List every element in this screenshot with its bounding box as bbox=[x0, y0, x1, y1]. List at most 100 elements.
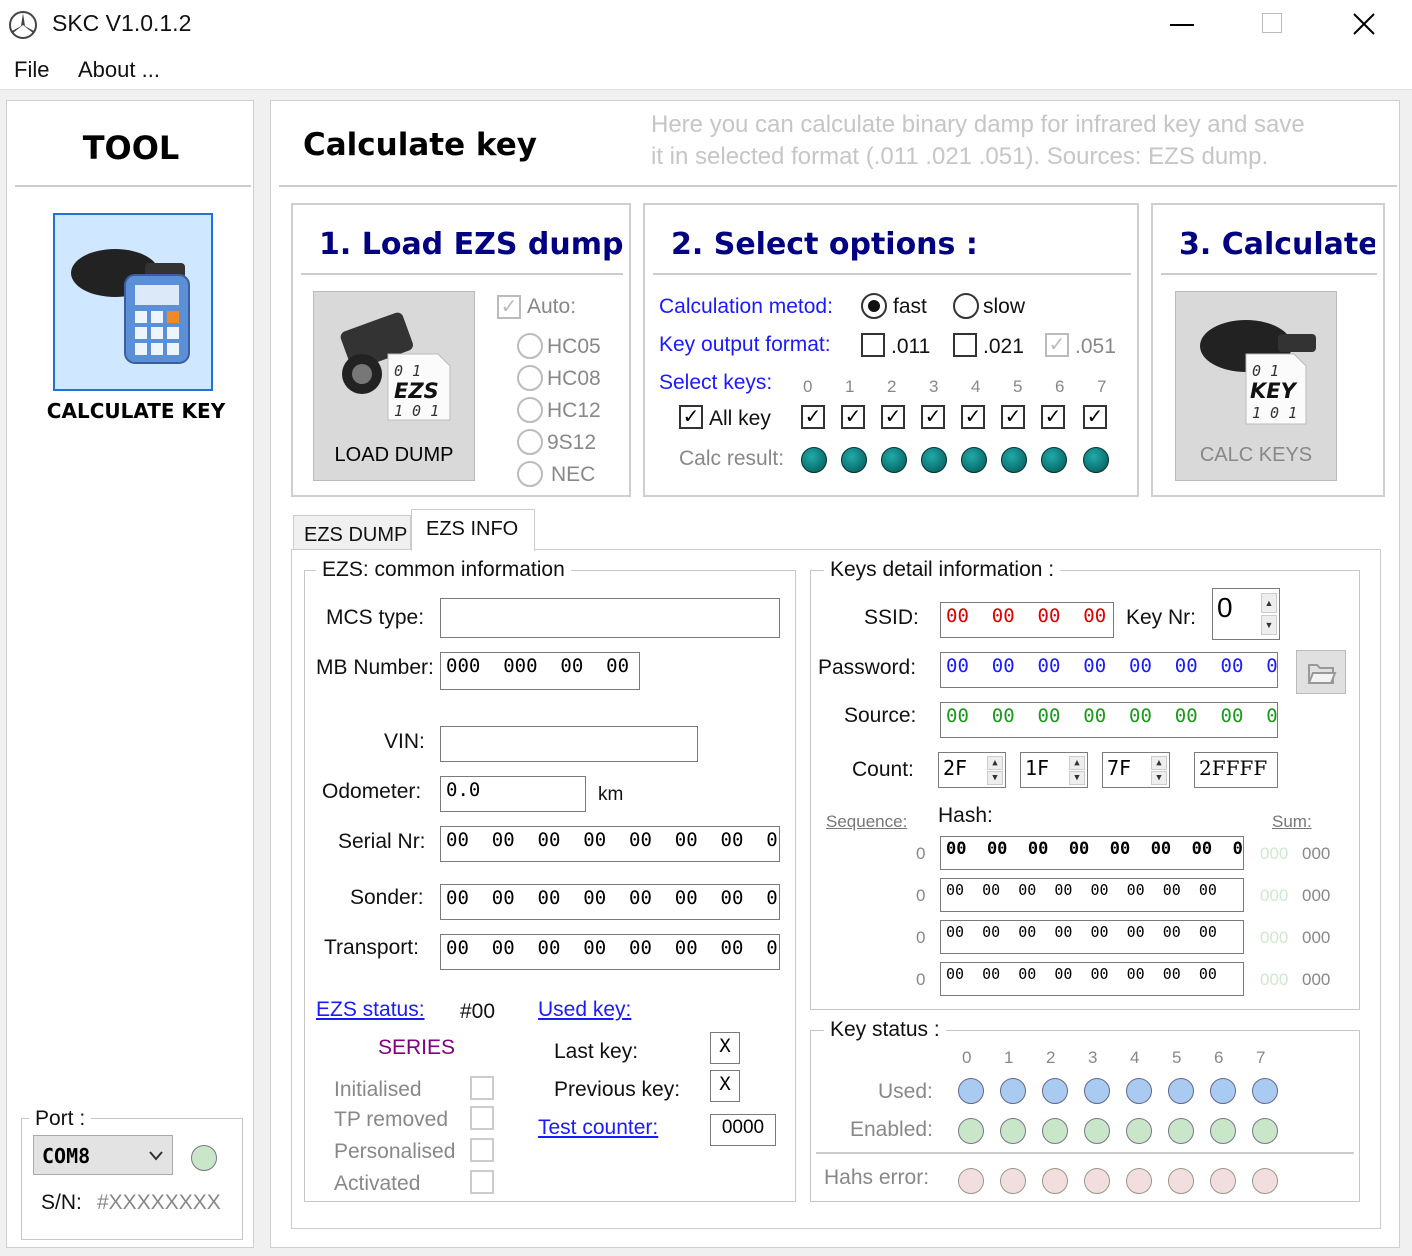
count-0-spinner[interactable]: 2F ▲ ▼ bbox=[938, 752, 1006, 788]
load-dump-button[interactable]: 0 1 EZS 1 0 1 LOAD DUMP bbox=[313, 291, 475, 481]
tab-ezs-info[interactable]: EZS INFO bbox=[411, 509, 535, 551]
enabled-led-6 bbox=[1210, 1118, 1236, 1144]
spin-down-icon[interactable]: ▼ bbox=[1151, 771, 1167, 785]
key-0-checkbox[interactable]: ✓ bbox=[801, 405, 825, 429]
status-num-4: 4 bbox=[1130, 1048, 1140, 1067]
spin-up-icon[interactable]: ▲ bbox=[1261, 593, 1277, 613]
fast-label: fast bbox=[893, 295, 927, 318]
menu-about[interactable]: About ... bbox=[78, 57, 160, 83]
mb-number-input[interactable]: 000 000 00 00 bbox=[440, 652, 640, 690]
icon-text-top: 0 1 bbox=[1252, 362, 1279, 380]
slow-radio[interactable] bbox=[953, 293, 979, 319]
spin-down-icon[interactable]: ▼ bbox=[987, 771, 1003, 785]
flag-activated-checkbox[interactable] bbox=[470, 1170, 494, 1194]
calculate-key-tool-button[interactable] bbox=[53, 213, 213, 391]
ezs-status-link[interactable]: EZS status: bbox=[316, 998, 425, 1022]
serial-nr-label: Serial Nr: bbox=[338, 830, 426, 853]
menu-file[interactable]: File bbox=[14, 57, 49, 83]
hash-row-3[interactable]: 00 00 00 00 00 00 00 00 bbox=[940, 962, 1244, 996]
calc-keys-button[interactable]: 0 1 KEY 1 0 1 CALC KEYS bbox=[1175, 291, 1337, 481]
hc08-label: HC08 bbox=[547, 367, 601, 390]
flag-tp-removed-checkbox[interactable] bbox=[470, 1106, 494, 1130]
spin-up-icon[interactable]: ▲ bbox=[987, 756, 1003, 770]
sum2-2: 000 bbox=[1302, 928, 1331, 947]
source-input[interactable]: 00 00 00 00 00 00 00 00 bbox=[940, 702, 1278, 738]
hc08-radio[interactable] bbox=[517, 365, 543, 391]
format-011-checkbox[interactable] bbox=[861, 333, 885, 357]
spin-down-icon[interactable]: ▼ bbox=[1261, 615, 1277, 635]
all-key-checkbox[interactable]: ✓ bbox=[679, 405, 703, 429]
status-num-5: 5 bbox=[1172, 1048, 1182, 1067]
count-2-value: 7F bbox=[1107, 756, 1132, 780]
test-counter-link[interactable]: Test counter: bbox=[538, 1116, 658, 1140]
key-7-checkbox[interactable]: ✓ bbox=[1083, 405, 1107, 429]
key-nr-spinner[interactable]: 0 ▲ ▼ bbox=[1212, 588, 1280, 640]
hash-row-2[interactable]: 00 00 00 00 00 00 00 00 bbox=[940, 920, 1244, 954]
key-calculator-icon bbox=[71, 249, 190, 364]
key-3-checkbox[interactable]: ✓ bbox=[921, 405, 945, 429]
fast-radio[interactable] bbox=[861, 293, 887, 319]
key-5-checkbox[interactable]: ✓ bbox=[1001, 405, 1025, 429]
enabled-led-1 bbox=[1000, 1118, 1026, 1144]
flag-personalised-checkbox[interactable] bbox=[470, 1138, 494, 1162]
flag-initialised-label: Initialised bbox=[334, 1078, 422, 1101]
page-title: Calculate key bbox=[303, 127, 537, 163]
count-0-value: 2F bbox=[943, 756, 968, 780]
enabled-led-4 bbox=[1126, 1118, 1152, 1144]
tool-title: TOOL bbox=[82, 129, 180, 167]
spin-up-icon[interactable]: ▲ bbox=[1151, 756, 1167, 770]
vin-input[interactable] bbox=[440, 726, 698, 762]
spin-down-icon[interactable]: ▼ bbox=[1069, 771, 1085, 785]
count-total: 2FFFF bbox=[1194, 752, 1278, 788]
calc-result-led-6 bbox=[1041, 447, 1067, 473]
key-6-checkbox[interactable]: ✓ bbox=[1041, 405, 1065, 429]
close-icon[interactable] bbox=[1352, 12, 1376, 36]
used-label: Used: bbox=[878, 1080, 933, 1103]
open-folder-button[interactable] bbox=[1296, 650, 1346, 694]
spin-up-icon[interactable]: ▲ bbox=[1069, 756, 1085, 770]
minimize-icon[interactable] bbox=[1170, 24, 1194, 26]
auto-checkbox[interactable]: ✓ bbox=[497, 295, 521, 319]
step2-box: 2. Select options : Calculation metod: f… bbox=[643, 203, 1139, 497]
sonder-input[interactable]: 00 00 00 00 00 00 00 00 bbox=[440, 884, 780, 920]
count-1-value: 1F bbox=[1025, 756, 1050, 780]
password-input[interactable]: 00 00 00 00 00 00 00 00 bbox=[940, 652, 1278, 688]
nec-radio[interactable] bbox=[517, 461, 543, 487]
flag-initialised-checkbox[interactable] bbox=[470, 1076, 494, 1100]
serial-nr-input[interactable]: 00 00 00 00 00 00 00 00 bbox=[440, 826, 780, 862]
key-1-checkbox[interactable]: ✓ bbox=[841, 405, 865, 429]
hc12-radio[interactable] bbox=[517, 397, 543, 423]
tab-ezs-dump[interactable]: EZS DUMP bbox=[293, 515, 411, 551]
format-051-checkbox[interactable]: ✓ bbox=[1045, 333, 1069, 357]
mercedes-star-icon bbox=[9, 11, 37, 39]
previous-key-label: Previous key: bbox=[554, 1078, 681, 1101]
key-4-checkbox[interactable]: ✓ bbox=[961, 405, 985, 429]
calc-result-led-5 bbox=[1001, 447, 1027, 473]
icon-text-bot: 1 0 1 bbox=[394, 402, 439, 420]
step1-title: 1. Load EZS dump : bbox=[319, 227, 625, 262]
count-1-spinner[interactable]: 1F ▲ ▼ bbox=[1020, 752, 1088, 788]
flag-personalised-label: Personalised bbox=[334, 1140, 456, 1163]
hash-error-led-2 bbox=[1042, 1168, 1068, 1194]
transport-input[interactable]: 00 00 00 00 00 00 00 00 bbox=[440, 934, 780, 970]
status-num-1: 1 bbox=[1004, 1048, 1014, 1067]
key-2-checkbox[interactable]: ✓ bbox=[881, 405, 905, 429]
format-021-checkbox[interactable] bbox=[953, 333, 977, 357]
ssid-input[interactable]: 00 00 00 00 bbox=[940, 602, 1114, 638]
mcs-type-input[interactable] bbox=[440, 598, 780, 638]
maximize-icon[interactable] bbox=[1262, 13, 1282, 33]
port-select[interactable]: COM8 bbox=[33, 1135, 173, 1175]
9s12-radio[interactable] bbox=[517, 429, 543, 455]
divider bbox=[816, 1152, 1354, 1154]
format-011-label: .011 bbox=[891, 335, 931, 358]
hc05-radio[interactable] bbox=[517, 333, 543, 359]
used-key-link[interactable]: Used key: bbox=[538, 998, 631, 1022]
hash-row-0[interactable]: 00 00 00 00 00 00 00 00 bbox=[940, 836, 1244, 870]
test-counter-value: 0000 bbox=[710, 1114, 776, 1146]
odometer-input[interactable]: 0.0 bbox=[440, 776, 586, 812]
used-led-3 bbox=[1084, 1078, 1110, 1104]
key-format-label: Key output format: bbox=[659, 333, 831, 356]
key-nr-value: 0 bbox=[1217, 592, 1233, 623]
hash-row-1[interactable]: 00 00 00 00 00 00 00 00 bbox=[940, 878, 1244, 912]
count-2-spinner[interactable]: 7F ▲ ▼ bbox=[1102, 752, 1170, 788]
